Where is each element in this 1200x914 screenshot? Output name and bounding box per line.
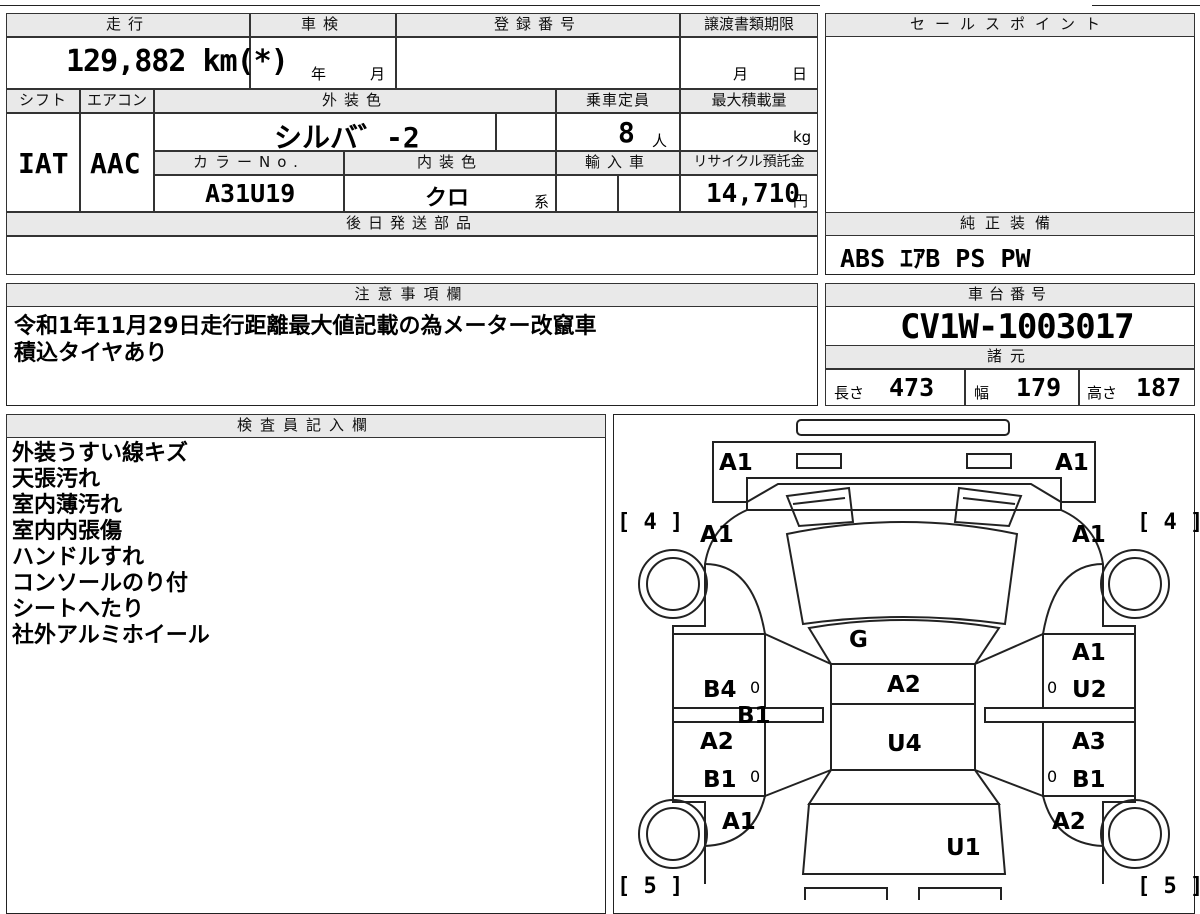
- mileage-header: 走行: [6, 13, 250, 37]
- max-load-unit: kg: [793, 128, 812, 146]
- inspector-line: 天張汚れ: [12, 467, 101, 492]
- inspector-line: 外装うすい線キズ: [12, 441, 189, 466]
- damage-mark-rear-right-fender: A2: [1052, 809, 1086, 835]
- capacity-value: 8: [618, 116, 635, 149]
- car-outline-diagram: [638, 419, 1170, 900]
- capacity-header: 乗車定員: [556, 89, 680, 113]
- notes-line-1: 令和1年11月29日走行距離最大値記載の為メーター改竄車: [14, 314, 597, 339]
- specs-width-label: 幅: [974, 384, 990, 402]
- color-no-header: カラーNo.: [154, 151, 344, 175]
- inspector-line: 社外アルミホイール: [12, 623, 210, 648]
- damage-mark-rear-gate: U1: [946, 835, 981, 861]
- tire-rear-left-label: [ 5 ]: [617, 874, 684, 899]
- inspector-line: シートへたり: [12, 597, 145, 622]
- exterior-color-header: 外装色: [154, 89, 556, 113]
- damage-mark-left-rear-door-1: A2: [700, 729, 734, 755]
- inspector-line: 室内薄汚れ: [12, 493, 123, 518]
- inspection-year-unit: 年: [311, 65, 327, 83]
- sales-point-header: セールスポイント: [825, 13, 1195, 37]
- recycle-unit: 円: [793, 192, 809, 210]
- damage-mark-right-front-door-2: U2: [1072, 677, 1107, 703]
- import-header: 輸入車: [556, 151, 680, 175]
- inspection-header: 車検: [250, 13, 396, 37]
- chassis-header: 車台番号: [825, 283, 1195, 307]
- damage-mark-windshield: G: [849, 627, 868, 653]
- damage-mark-roof-rear: U4: [887, 731, 922, 757]
- damage-mark-front-right-corner: A1: [1055, 450, 1089, 476]
- specs-header: 諸元: [825, 345, 1195, 369]
- transfer-deadline-header: 譲渡書類期限: [680, 13, 818, 37]
- tire-front-left-label: [ 4 ]: [617, 510, 684, 535]
- handle-left-front: 0: [750, 678, 761, 697]
- handle-right-rear: 0: [1047, 767, 1058, 786]
- damage-mark-front-left-fender: A1: [700, 522, 734, 548]
- registration-header: 登録番号: [396, 13, 680, 37]
- exterior-color-value: シルバ゛-2: [274, 121, 420, 154]
- equipment-header: 純正装備: [825, 212, 1195, 236]
- recycle-header: リサイクル預託金: [680, 151, 818, 175]
- damage-mark-front-left-corner: A1: [719, 450, 753, 476]
- later-parts-cell: [6, 236, 818, 275]
- handle-right-front: 0: [1047, 678, 1058, 697]
- exterior-color-extra-cell: [496, 113, 556, 151]
- interior-color-value: クロ: [425, 186, 470, 211]
- specs-length-value: 473: [889, 373, 935, 402]
- damage-mark-right-front-door-1: A1: [1072, 640, 1106, 666]
- tire-rear-right-label: [ 5 ]: [1137, 874, 1200, 899]
- equipment-value: ABS ｴｱB PS PW: [840, 244, 1031, 273]
- damage-mark-right-rear-door-1: A3: [1072, 729, 1106, 755]
- inspector-line: ハンドルすれ: [12, 545, 145, 570]
- inspector-list: 外装うすい線キズ 天張汚れ 室内薄汚れ 室内内張傷 ハンドルすれ コンソールのり…: [12, 441, 210, 649]
- damage-mark-front-right-fender: A1: [1072, 522, 1106, 548]
- damage-mark-rear-left-fender: A1: [722, 809, 756, 835]
- aircon-header: エアコン: [80, 89, 154, 113]
- transfer-day-unit: 日: [792, 65, 808, 83]
- import-cell-1: [556, 175, 618, 212]
- inspection-month-unit: 月: [370, 65, 386, 83]
- color-no-value: A31U19: [205, 179, 296, 208]
- max-load-header: 最大積載量: [680, 89, 818, 113]
- shift-value: IAT: [18, 147, 69, 180]
- inspector-line: 室内内張傷: [12, 519, 123, 544]
- tire-front-right-label: [ 4 ]: [1137, 510, 1200, 535]
- capacity-unit: 人: [652, 132, 668, 150]
- chassis-value: CV1W-1003017: [900, 307, 1135, 347]
- transfer-month-unit: 月: [733, 65, 749, 83]
- shift-header: シフト: [6, 89, 80, 113]
- inspector-line: コンソールのり付: [12, 571, 189, 596]
- notes-header: 注意事項欄: [6, 283, 818, 307]
- top-cut-strip: [0, 0, 820, 6]
- damage-mark-right-rear-door-2: B1: [1072, 767, 1106, 793]
- handle-left-rear: 0: [750, 767, 761, 786]
- specs-height-label: 高さ: [1087, 384, 1118, 402]
- registration-cell: [396, 37, 680, 89]
- recycle-value: 14,710: [706, 179, 800, 209]
- specs-length-label: 長さ: [834, 384, 865, 402]
- top-cut-strip-right: [1092, 0, 1200, 6]
- interior-color-suffix: 系: [534, 193, 550, 211]
- damage-mark-left-front-door-2: B1: [737, 703, 771, 729]
- import-cell-2: [618, 175, 680, 212]
- later-parts-header: 後日発送部品: [6, 212, 818, 236]
- damage-mark-left-rear-door-2: B1: [703, 767, 737, 793]
- specs-height-value: 187: [1136, 373, 1182, 402]
- notes-line-2: 積込タイヤあり: [14, 341, 168, 366]
- damage-mark-roof: A2: [887, 672, 921, 698]
- inspector-header: 検査員記入欄: [6, 414, 606, 438]
- damage-mark-left-front-door-1: B4: [703, 677, 737, 703]
- interior-color-header: 内装色: [344, 151, 556, 175]
- specs-width-value: 179: [1016, 373, 1062, 402]
- aircon-value: AAC: [90, 147, 141, 180]
